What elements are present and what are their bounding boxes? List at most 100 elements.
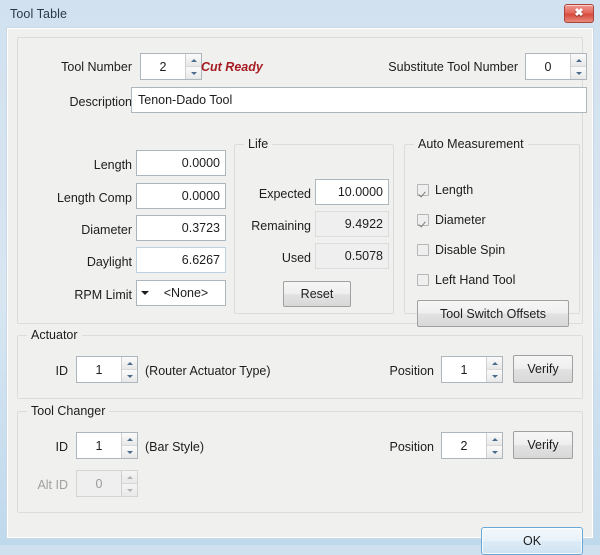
tool-changer-id-decrement-button[interactable] bbox=[122, 445, 137, 458]
length-comp-label: Length Comp bbox=[56, 191, 132, 205]
diameter-label: Diameter bbox=[81, 223, 132, 237]
dialog-client-area: Tool Number 2 Cut Ready Substitute Tool … bbox=[7, 28, 593, 555]
reset-life-button[interactable]: Reset bbox=[283, 281, 351, 307]
expected-life-input[interactable]: 10.0000 bbox=[315, 179, 389, 205]
substitute-increment-button[interactable] bbox=[571, 54, 586, 66]
tool-changer-alt-id-spin-buttons bbox=[121, 471, 137, 496]
checkbox-unchecked-icon bbox=[417, 274, 429, 286]
substitute-decrement-button[interactable] bbox=[571, 66, 586, 79]
chevron-up-icon bbox=[491, 437, 498, 441]
tool-info-panel: Tool Number 2 Cut Ready Substitute Tool … bbox=[17, 37, 587, 327]
tool-changer-alt-id-stepper: 0 bbox=[76, 470, 138, 497]
chevron-up-icon bbox=[190, 58, 197, 62]
disable-spin-checkbox[interactable]: Disable Spin bbox=[417, 243, 505, 257]
actuator-id-increment-button[interactable] bbox=[122, 357, 137, 369]
tool-number-stepper[interactable]: 2 bbox=[140, 53, 202, 80]
tool-number-value[interactable]: 2 bbox=[141, 54, 185, 79]
tool-number-decrement-button[interactable] bbox=[186, 66, 201, 79]
ok-button[interactable]: OK bbox=[481, 527, 583, 555]
tool-changer-id-stepper[interactable]: 1 bbox=[76, 432, 138, 459]
close-icon: ✖ bbox=[574, 7, 584, 19]
life-panel: Life Expected 10.0000 Remaining 9.4922 U… bbox=[234, 137, 394, 314]
tool-number-increment-button[interactable] bbox=[186, 54, 201, 66]
chevron-down-icon bbox=[491, 450, 498, 454]
chevron-down-icon bbox=[126, 374, 133, 378]
rpm-limit-label: RPM Limit bbox=[74, 288, 132, 302]
tool-changer-verify-button[interactable]: Verify bbox=[513, 431, 573, 459]
description-input[interactable]: Tenon-Dado Tool bbox=[131, 87, 587, 113]
rpm-limit-dropdown[interactable]: <None> bbox=[136, 280, 226, 306]
tool-changer-alt-id-label: Alt ID bbox=[37, 478, 68, 492]
left-hand-tool-label: Left Hand Tool bbox=[435, 273, 516, 287]
actuator-id-decrement-button[interactable] bbox=[122, 369, 137, 382]
tool-changer-id-value[interactable]: 1 bbox=[77, 433, 121, 458]
tool-table-dialog: Tool Table ✖ Tool Number 2 Cut Ready Sub… bbox=[0, 0, 600, 555]
tool-changer-alt-id-decrement-button bbox=[122, 483, 137, 496]
used-label: Used bbox=[281, 251, 311, 265]
tool-changer-id-spin-buttons bbox=[121, 433, 137, 458]
tool-changer-alt-id-value: 0 bbox=[77, 471, 121, 496]
cut-ready-status: Cut Ready bbox=[201, 60, 263, 74]
title-bar: Tool Table ✖ bbox=[0, 0, 600, 28]
used-life-value: 0.5078 bbox=[315, 243, 389, 269]
actuator-verify-button[interactable]: Verify bbox=[513, 355, 573, 383]
daylight-label: Daylight bbox=[86, 255, 132, 269]
tool-number-label: Tool Number bbox=[61, 60, 132, 74]
disable-spin-label: Disable Spin bbox=[435, 243, 506, 257]
actuator-position-spin-buttons bbox=[486, 357, 502, 382]
actuator-position-label: Position bbox=[389, 364, 434, 378]
actuator-id-spin-buttons bbox=[121, 357, 137, 382]
diameter-input[interactable]: 0.3723 bbox=[136, 215, 226, 241]
substitute-spin-buttons bbox=[570, 54, 586, 79]
actuator-position-increment-button[interactable] bbox=[487, 357, 502, 369]
tool-changer-panel-title: Tool Changer bbox=[27, 404, 110, 418]
auto-measure-diameter-label: Diameter bbox=[435, 213, 486, 227]
daylight-input[interactable]: 6.6267 bbox=[136, 247, 226, 273]
window-title: Tool Table bbox=[10, 7, 68, 21]
length-comp-input[interactable]: 0.0000 bbox=[136, 183, 226, 209]
chevron-down-icon bbox=[126, 450, 133, 454]
actuator-id-label: ID bbox=[55, 364, 69, 378]
auto-measurement-panel-title: Auto Measurement bbox=[414, 137, 528, 151]
substitute-tool-number-label: Substitute Tool Number bbox=[388, 60, 518, 74]
left-hand-tool-checkbox[interactable]: Left Hand Tool bbox=[417, 273, 515, 287]
length-input[interactable]: 0.0000 bbox=[136, 150, 226, 176]
tool-changer-position-value[interactable]: 2 bbox=[442, 433, 486, 458]
tool-changer-position-spin-buttons bbox=[486, 433, 502, 458]
close-button[interactable]: ✖ bbox=[564, 4, 594, 23]
life-panel-title: Life bbox=[244, 137, 273, 151]
auto-measurement-panel: Auto Measurement Length Diameter Disable… bbox=[404, 137, 580, 327]
tool-changer-panel: Tool Changer ID 1 (Bar Style) Alt ID 0 P… bbox=[17, 404, 583, 513]
expected-label: Expected bbox=[258, 187, 311, 201]
tool-changer-position-increment-button[interactable] bbox=[487, 433, 502, 445]
actuator-position-stepper[interactable]: 1 bbox=[441, 356, 503, 383]
tool-changer-position-stepper[interactable]: 2 bbox=[441, 432, 503, 459]
tool-changer-position-decrement-button[interactable] bbox=[487, 445, 502, 458]
tool-changer-alt-id-increment-button bbox=[122, 471, 137, 483]
chevron-up-icon bbox=[126, 361, 133, 365]
remaining-label: Remaining bbox=[251, 219, 311, 233]
actuator-position-value[interactable]: 1 bbox=[442, 357, 486, 382]
actuator-type-note: (Router Actuator Type) bbox=[145, 364, 271, 378]
auto-measure-diameter-checkbox[interactable]: Diameter bbox=[417, 213, 486, 227]
chevron-down-icon bbox=[126, 488, 133, 492]
chevron-down-icon bbox=[491, 374, 498, 378]
tool-number-spin-buttons bbox=[185, 54, 201, 79]
remaining-life-value: 9.4922 bbox=[315, 211, 389, 237]
chevron-up-icon bbox=[126, 475, 133, 479]
tool-changer-type-note: (Bar Style) bbox=[145, 440, 205, 454]
tool-switch-offsets-button[interactable]: Tool Switch Offsets bbox=[417, 300, 569, 327]
actuator-id-value[interactable]: 1 bbox=[77, 357, 121, 382]
chevron-up-icon bbox=[491, 361, 498, 365]
actuator-id-stepper[interactable]: 1 bbox=[76, 356, 138, 383]
checkbox-checked-icon bbox=[417, 184, 429, 196]
description-label: Description bbox=[69, 95, 132, 109]
auto-measure-length-label: Length bbox=[435, 183, 474, 197]
auto-measure-length-checkbox[interactable]: Length bbox=[417, 183, 473, 197]
chevron-up-icon bbox=[126, 437, 133, 441]
substitute-tool-number-value[interactable]: 0 bbox=[526, 54, 570, 79]
actuator-position-decrement-button[interactable] bbox=[487, 369, 502, 382]
tool-changer-id-label: ID bbox=[55, 440, 69, 454]
tool-changer-id-increment-button[interactable] bbox=[122, 433, 137, 445]
substitute-tool-number-stepper[interactable]: 0 bbox=[525, 53, 587, 80]
